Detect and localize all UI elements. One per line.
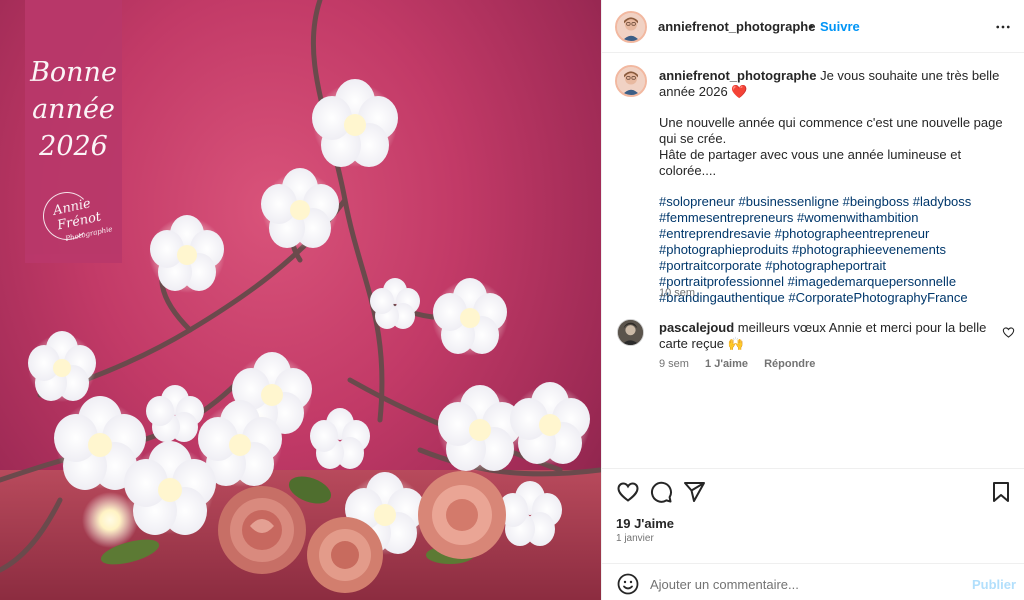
greeting-line: 2026 [39,131,108,162]
hashtag-link[interactable]: #beingboss [843,194,910,209]
hashtag-link[interactable]: #ladyboss [913,194,972,209]
separator-dot: • [809,19,814,34]
hashtag-link[interactable]: #solopreneur [659,194,735,209]
caption-line: Une nouvelle année qui commence c'est un… [659,115,1003,130]
greeting-text: Bonne année 2026 [25,54,122,165]
comment-text: pascalejoud meilleurs vœux Annie et merc… [659,320,989,352]
caption-line: Hâte de partager avec vous une année lum… [659,147,962,178]
hashtag-link[interactable]: #photographeportrait [765,258,886,273]
commenter-avatar[interactable] [617,319,644,346]
hashtag-link[interactable]: #photographieproduits [659,242,788,257]
comment-box: Publier [602,563,1024,600]
hashtag-link[interactable]: #entreprendresavie [659,226,771,241]
author-username[interactable]: anniefrenot_photographe [658,19,815,34]
comment-icon[interactable] [649,480,673,504]
post-panel: anniefrenot_photographe • Suivre anniefr… [601,0,1024,600]
bookmark-icon[interactable] [989,480,1013,504]
caption-age: 10 sem [659,287,696,299]
hashtag-list: #solopreneur #businessenligne #beingboss… [659,194,1009,306]
post-actions: 19 J'aime 1 janvier Publier [602,468,1024,600]
hashtag-link[interactable]: #portraitcorporate [659,258,762,273]
reply-button[interactable]: Répondre [764,358,815,370]
hashtag-link[interactable]: #imagedemarquepersonnelle [788,274,956,289]
post-header: anniefrenot_photographe • Suivre [602,0,1024,53]
caption-username[interactable]: anniefrenot_photographe [659,68,816,83]
hashtag-link[interactable]: #photographeentrepreneur [775,226,930,241]
greeting-line: Bonne [30,57,117,88]
hashtag-link[interactable]: #photographieevenements [792,242,946,257]
comment-input[interactable] [650,573,950,595]
heart-emoji: ❤️ [731,84,748,99]
post-photo[interactable]: Bonne année 2026 Annie Frénot Photograph… [0,0,601,600]
caption-avatar[interactable] [615,65,647,97]
more-icon[interactable] [994,18,1012,36]
comment-heart-icon[interactable] [1002,326,1015,339]
caption-line: qui se crée. [659,131,727,146]
author-avatar[interactable] [615,11,647,43]
share-icon[interactable] [682,480,706,504]
comment-age: 9 sem [659,358,689,370]
publish-button[interactable]: Publier [972,577,1016,592]
commenter-username[interactable]: pascalejoud [659,320,734,335]
emoji-icon[interactable] [616,572,640,596]
comment-likes[interactable]: 1 J'aime [705,358,748,370]
hashtag-link[interactable]: #femmesentrepreneurs [659,210,793,225]
avatar-icon [617,67,645,95]
greeting-line: année [32,94,115,125]
instagram-post-view: Bonne année 2026 Annie Frénot Photograph… [0,0,1024,600]
avatar-icon [617,13,645,41]
follow-button[interactable]: Suivre [820,19,860,34]
like-count[interactable]: 19 J'aime [616,516,674,531]
hashtag-link[interactable]: #womenwithambition [797,210,918,225]
post-date: 1 janvier [616,533,654,544]
comment-meta: 9 sem 1 J'aime Répondre [659,358,828,370]
caption-text: anniefrenot_photographe Je vous souhaite… [659,68,1009,306]
heart-icon[interactable] [616,480,640,504]
avatar-icon [618,320,643,345]
hashtag-link[interactable]: #businessenligne [739,194,839,209]
photographer-logo: Annie Frénot Photographie [39,188,113,254]
greeting-card: Bonne année 2026 Annie Frénot Photograph… [25,0,122,263]
hashtag-link[interactable]: #CorporatePhotographyFrance [788,290,967,305]
